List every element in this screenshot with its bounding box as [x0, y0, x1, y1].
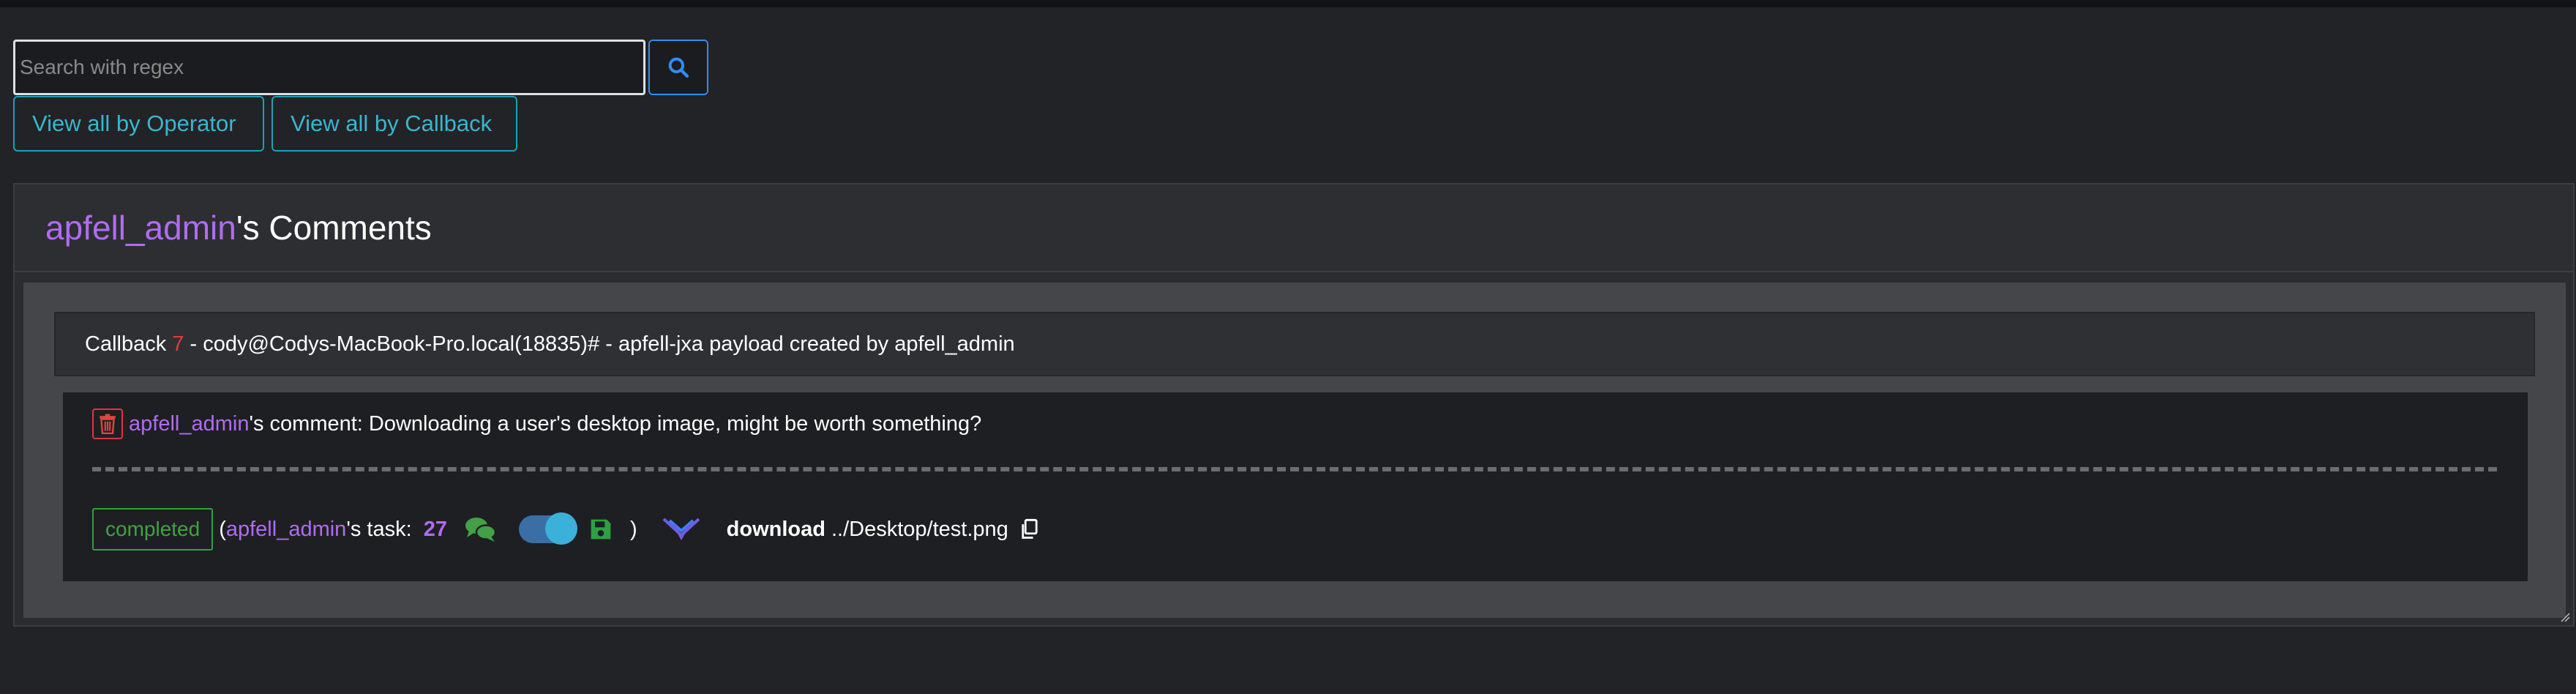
task-command: download — [726, 517, 825, 541]
divider — [92, 467, 2497, 471]
view-all-by-callback-button[interactable]: View all by Callback — [272, 96, 517, 152]
comments-card: apfell_admin's Comments Callback 7 - cod… — [13, 183, 2575, 627]
page-title: apfell_admin's Comments — [45, 208, 432, 247]
resize-handle[interactable] — [2560, 612, 2570, 622]
comment-line: apfell_admin 's comment: Downloading a u… — [92, 408, 981, 439]
title-username: apfell_admin — [45, 209, 236, 247]
delete-comment-button[interactable] — [92, 408, 123, 439]
card-header: apfell_admin's Comments — [15, 184, 2573, 272]
save-icon — [591, 519, 611, 540]
toggle-switch[interactable] — [518, 512, 577, 545]
expand-task-button[interactable] — [661, 516, 702, 542]
save-button[interactable] — [589, 518, 613, 541]
search-icon — [668, 57, 689, 78]
task-close-paren: ) — [629, 517, 637, 541]
search-button[interactable] — [648, 40, 708, 95]
top-bar — [0, 0, 2576, 7]
task-label: 's task: — [346, 517, 418, 541]
search-bar — [13, 40, 708, 95]
comment-text: 's comment: Downloading a user's desktop… — [249, 411, 982, 436]
task-open-paren: ( — [219, 517, 226, 541]
card-body: Callback 7 - cody@Codys-MacBook-Pro.loca… — [23, 283, 2566, 618]
toggle-knob — [544, 512, 577, 545]
callback-id: 7 — [172, 332, 184, 356]
task-number-link[interactable]: 27 — [424, 518, 447, 542]
callback-prefix: Callback — [85, 332, 173, 356]
callback-description: - cody@Codys-MacBook-Pro.local(18835)# -… — [184, 332, 1015, 356]
view-buttons: View all by Operator View all by Callbac… — [13, 96, 517, 152]
status-badge: completed — [92, 508, 214, 551]
title-suffix: 's Comments — [236, 209, 432, 247]
view-all-by-operator-button[interactable]: View all by Operator — [13, 96, 264, 152]
task-operator[interactable]: apfell_admin — [226, 518, 346, 542]
task-line: completed ( apfell_admin 's task: 27) d… — [92, 508, 1039, 551]
comment-panel: apfell_admin 's comment: Downloading a u… — [63, 392, 2528, 581]
comments-icon — [465, 518, 497, 542]
trash-icon — [100, 414, 116, 434]
double-chevron-down-icon — [662, 518, 700, 541]
task-params: ../Desktop/test.png — [831, 517, 1008, 541]
comment-author[interactable]: apfell_admin — [129, 412, 249, 436]
task-comments-button[interactable] — [465, 516, 497, 542]
copy-icon — [1022, 518, 1038, 539]
callback-header: Callback 7 - cody@Codys-MacBook-Pro.loca… — [54, 312, 2535, 376]
copy-button[interactable] — [1020, 518, 1039, 540]
search-input[interactable] — [13, 40, 645, 95]
